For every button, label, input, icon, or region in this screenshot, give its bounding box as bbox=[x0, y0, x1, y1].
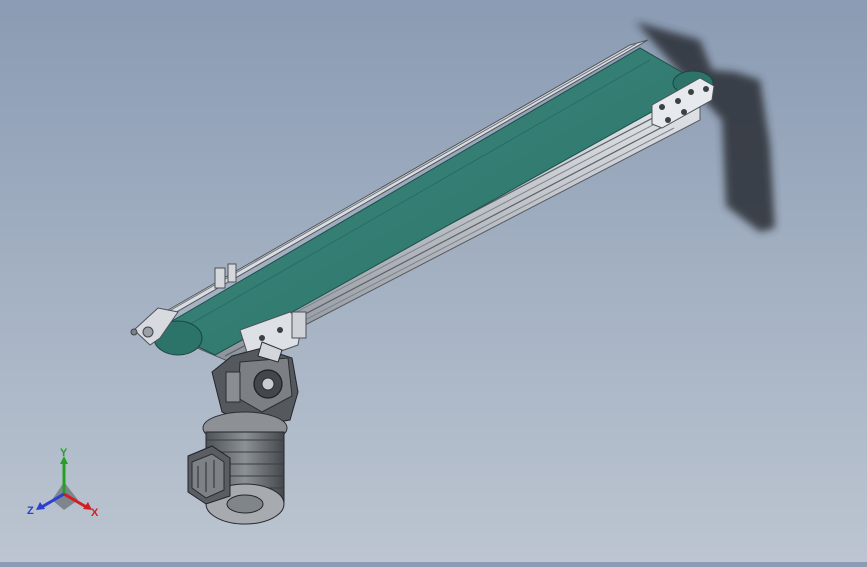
model-canvas[interactable] bbox=[0, 0, 867, 562]
conveyor-belt[interactable] bbox=[158, 47, 704, 356]
z-axis-label: Z bbox=[27, 505, 34, 517]
electric-motor[interactable] bbox=[187, 431, 285, 525]
view-orientation-triad[interactable]: Y X Z bbox=[26, 447, 106, 522]
graphics-viewport[interactable]: Y X Z bbox=[0, 0, 867, 562]
x-axis-label: X bbox=[91, 507, 99, 519]
y-axis-label: Y bbox=[60, 448, 68, 459]
